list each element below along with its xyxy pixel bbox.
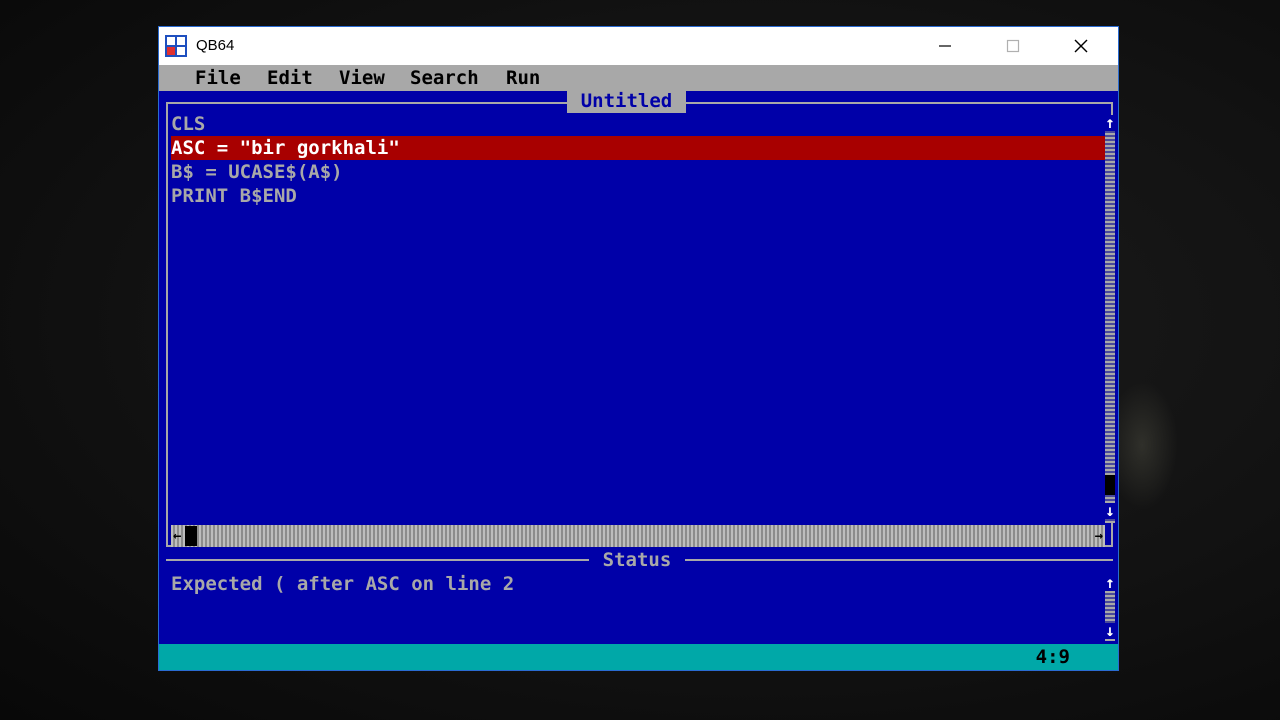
editor-hscroll-thumb[interactable] [185, 526, 197, 546]
status-message: Expected ( after ASC on line 2 [171, 573, 515, 595]
status-scroll-down-icon[interactable]: ↓ [1105, 623, 1115, 639]
qb64-app-icon [165, 35, 187, 57]
menu-search[interactable]: Search [410, 66, 479, 90]
code-line[interactable]: B$ = UCASE$(A$) [171, 160, 1105, 184]
title-bar[interactable]: QB64 [159, 27, 1118, 65]
code-line[interactable]: PRINT B$END [171, 184, 1105, 208]
qb64-window: QB64 File Edit View Search Run Untitled … [159, 27, 1118, 670]
code-editor[interactable]: CLS ASC = "bir gorkhali" B$ = UCASE$(A$)… [171, 112, 1105, 208]
status-panel-title: Status [589, 547, 685, 573]
document-title: Untitled [567, 89, 686, 113]
code-line[interactable]: CLS [171, 112, 1105, 136]
menu-file[interactable]: File [195, 66, 241, 90]
scroll-right-arrow-icon[interactable]: → [1095, 525, 1103, 547]
menu-bar: File Edit View Search Run [159, 65, 1118, 91]
close-icon [1074, 39, 1088, 53]
maximize-button[interactable] [980, 27, 1046, 65]
status-scroll-up-icon[interactable]: ↑ [1105, 575, 1115, 591]
status-bar: 4:9 [159, 644, 1118, 670]
menu-edit[interactable]: Edit [267, 66, 313, 90]
scroll-up-arrow-icon[interactable]: ↑ [1105, 115, 1115, 131]
editor-vertical-scrollbar[interactable] [1105, 115, 1115, 523]
editor-vscroll-thumb[interactable] [1105, 475, 1115, 495]
background-figure [1118, 380, 1178, 510]
window-title: QB64 [196, 37, 235, 54]
minimize-button[interactable] [912, 27, 978, 65]
menu-run[interactable]: Run [506, 66, 540, 90]
close-button[interactable] [1048, 27, 1114, 65]
minimize-icon [939, 45, 951, 47]
cursor-position: 4:9 [1035, 646, 1070, 668]
scroll-left-arrow-icon[interactable]: ← [173, 525, 181, 547]
maximize-icon [1006, 39, 1020, 53]
scroll-down-arrow-icon[interactable]: ↓ [1105, 503, 1115, 519]
code-line-error[interactable]: ASC = "bir gorkhali" [171, 136, 1105, 160]
menu-view[interactable]: View [339, 66, 385, 90]
editor-horizontal-scrollbar[interactable]: ← → [171, 525, 1105, 547]
